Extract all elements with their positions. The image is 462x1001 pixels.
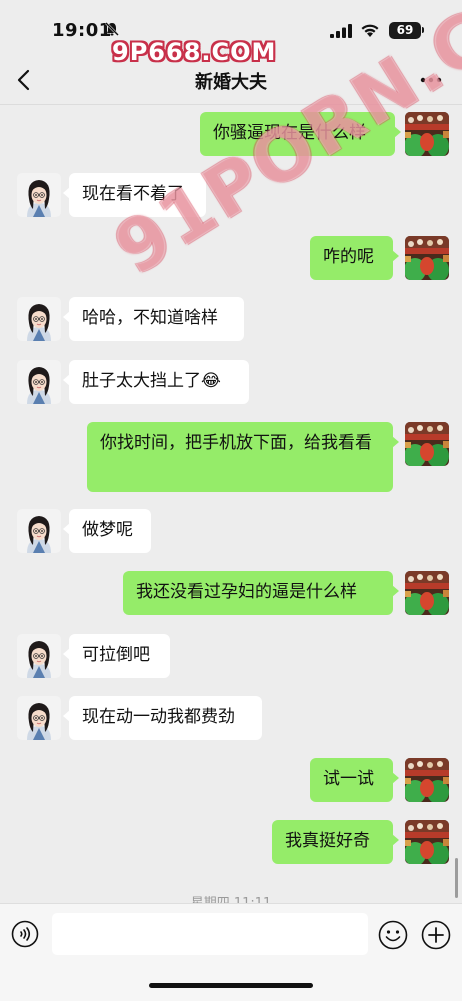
plus-icon[interactable] [421, 920, 451, 950]
contact-avatar[interactable] [17, 509, 61, 553]
outgoing-message-bubble[interactable]: 你找时间，把手机放下面，给我看看 [87, 422, 399, 492]
message-input[interactable] [52, 913, 368, 955]
scrollbar[interactable] [455, 858, 458, 898]
my-avatar[interactable] [405, 820, 449, 864]
contact-avatar[interactable] [17, 297, 61, 341]
incoming-message-bubble[interactable]: 现在看不着了 [63, 173, 206, 217]
contact-avatar[interactable] [17, 173, 61, 217]
contact-avatar[interactable] [17, 360, 61, 404]
incoming-message-bubble[interactable]: 现在动一动我都费劲 [63, 696, 262, 740]
incoming-message-bubble[interactable]: 肚子太大挡上了😂 [63, 360, 249, 404]
battery-cap [422, 27, 424, 33]
contact-avatar[interactable] [17, 634, 61, 678]
wifi-icon [361, 24, 379, 37]
chat-title: 新婚大夫 [195, 72, 267, 93]
my-avatar[interactable] [405, 571, 449, 615]
my-avatar[interactable] [405, 422, 449, 466]
incoming-message-bubble[interactable]: 做梦呢 [63, 509, 151, 553]
more-dots-icon[interactable] [420, 70, 442, 90]
my-avatar[interactable] [405, 236, 449, 280]
outgoing-message-bubble[interactable]: 咋的呢 [310, 236, 399, 280]
battery-indicator: 69 [389, 22, 421, 39]
home-indicator [149, 983, 313, 988]
outgoing-message-bubble[interactable]: 试一试 [310, 758, 399, 802]
contact-avatar[interactable] [17, 696, 61, 740]
status-time: 19:01 [52, 20, 112, 41]
my-avatar[interactable] [405, 112, 449, 156]
outgoing-message-bubble[interactable]: 我还没看过孕妇的逼是什么样 [123, 571, 399, 615]
voice-icon[interactable] [11, 920, 39, 948]
cellular-signal-icon [330, 24, 352, 38]
chat-header: 新婚大夫 [0, 56, 462, 105]
emoji-icon[interactable] [378, 920, 408, 950]
outgoing-message-bubble[interactable]: 你骚逼现在是什么样 [200, 112, 401, 156]
incoming-message-bubble[interactable]: 哈哈，不知道啥样 [63, 297, 244, 341]
bell-slash-icon [105, 22, 119, 36]
my-avatar[interactable] [405, 758, 449, 802]
outgoing-message-bubble[interactable]: 我真挺好奇 [272, 820, 399, 864]
incoming-message-bubble[interactable]: 可拉倒吧 [63, 634, 170, 678]
